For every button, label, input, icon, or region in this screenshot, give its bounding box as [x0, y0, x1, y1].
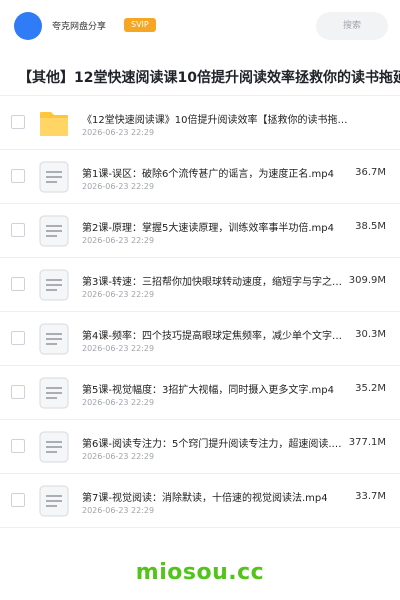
file-name[interactable]: 第3课-转速：三招帮你加快眼球转动速度，缩短字与字之间的时间.mp4 [82, 273, 350, 288]
file-row[interactable]: 第5课-视觉幅度：3招扩大视幅，同时摄入更多文字.mp4 2026-06-23 … [0, 366, 400, 420]
watermark: miosou.cc [135, 560, 265, 585]
file-name[interactable]: 第1课-误区：破除6个流传甚广的谣言，为速度正名.mp4 [82, 165, 350, 180]
file-date: 2026-06-23 22:29 [82, 344, 155, 353]
file-size: 30.3M [355, 329, 386, 340]
row-checkbox[interactable] [11, 385, 25, 399]
svip-badge: SVIP [124, 18, 156, 32]
file-date: 2026-06-23 22:29 [82, 182, 155, 191]
file-name[interactable]: 第4课-频率：四个技巧提高眼球定焦频率，减少单个文字停留.mp4 [82, 327, 350, 342]
file-date: 2026-06-23 22:29 [82, 398, 155, 407]
file-row[interactable]: 第1课-误区：破除6个流传甚广的谣言，为速度正名.mp4 2026-06-23 … [0, 150, 400, 204]
document-icon [39, 323, 69, 355]
document-icon [39, 431, 69, 463]
username[interactable]: 夸克网盘分享 [52, 19, 106, 32]
file-row[interactable]: 《12堂快速阅读课》10倍提升阅读效率【拯救你的读书拖延症】 2026-06-2… [0, 96, 400, 150]
file-date: 2026-06-23 22:29 [82, 236, 155, 245]
avatar[interactable] [14, 12, 42, 40]
file-date: 2026-06-23 22:29 [82, 506, 155, 515]
file-row[interactable]: 第6课-阅读专注力：5个窍门提升阅读专注力，超速阅读.mp4 2026-06-2… [0, 420, 400, 474]
file-size: 33.7M [355, 491, 386, 502]
header: 夸克网盘分享 SVIP 搜索 [0, 0, 400, 52]
document-icon [39, 215, 69, 247]
row-checkbox[interactable] [11, 277, 25, 291]
file-date: 2026-06-23 22:29 [82, 128, 155, 137]
row-checkbox[interactable] [11, 493, 25, 507]
search-input[interactable]: 搜索 [316, 12, 388, 40]
file-row[interactable]: 第4课-频率：四个技巧提高眼球定焦频率，减少单个文字停留.mp4 2026-06… [0, 312, 400, 366]
file-name[interactable]: 第2课-原理：掌握5大速读原理，训练效率事半功倍.mp4 [82, 219, 350, 234]
row-checkbox[interactable] [11, 223, 25, 237]
file-size: 35.2M [355, 383, 386, 394]
file-size: 38.5M [355, 221, 386, 232]
file-size: 309.9M [348, 275, 386, 286]
row-checkbox[interactable] [11, 331, 25, 345]
file-name[interactable]: 《12堂快速阅读课》10倍提升阅读效率【拯救你的读书拖延症】 [82, 111, 352, 126]
file-name[interactable]: 第7课-视觉阅读：消除默读，十倍速的视觉阅读法.mp4 [82, 489, 350, 504]
row-checkbox[interactable] [11, 169, 25, 183]
file-size: 377.1M [348, 437, 386, 448]
file-list: 《12堂快速阅读课》10倍提升阅读效率【拯救你的读书拖延症】 2026-06-2… [0, 96, 400, 528]
file-row[interactable]: 第3课-转速：三招帮你加快眼球转动速度，缩短字与字之间的时间.mp4 2026-… [0, 258, 400, 312]
document-icon [39, 161, 69, 193]
document-icon [39, 377, 69, 409]
folder-icon [40, 112, 68, 136]
file-size: 36.7M [355, 167, 386, 178]
document-icon [39, 269, 69, 301]
file-row[interactable]: 第7课-视觉阅读：消除默读，十倍速的视觉阅读法.mp4 2026-06-23 2… [0, 474, 400, 528]
file-date: 2026-06-23 22:29 [82, 290, 155, 299]
title-bar: 【其他】12堂快速阅读课10倍提升阅读效率拯救你的读书拖延症 [0, 56, 400, 96]
file-date: 2026-06-23 22:29 [82, 452, 155, 461]
file-name[interactable]: 第5课-视觉幅度：3招扩大视幅，同时摄入更多文字.mp4 [82, 381, 350, 396]
row-checkbox[interactable] [11, 439, 25, 453]
document-icon [39, 485, 69, 517]
page-title: 【其他】12堂快速阅读课10倍提升阅读效率拯救你的读书拖延症 [18, 70, 400, 86]
row-checkbox[interactable] [11, 115, 25, 129]
file-row[interactable]: 第2课-原理：掌握5大速读原理，训练效率事半功倍.mp4 2026-06-23 … [0, 204, 400, 258]
file-name[interactable]: 第6课-阅读专注力：5个窍门提升阅读专注力，超速阅读.mp4 [82, 435, 350, 450]
